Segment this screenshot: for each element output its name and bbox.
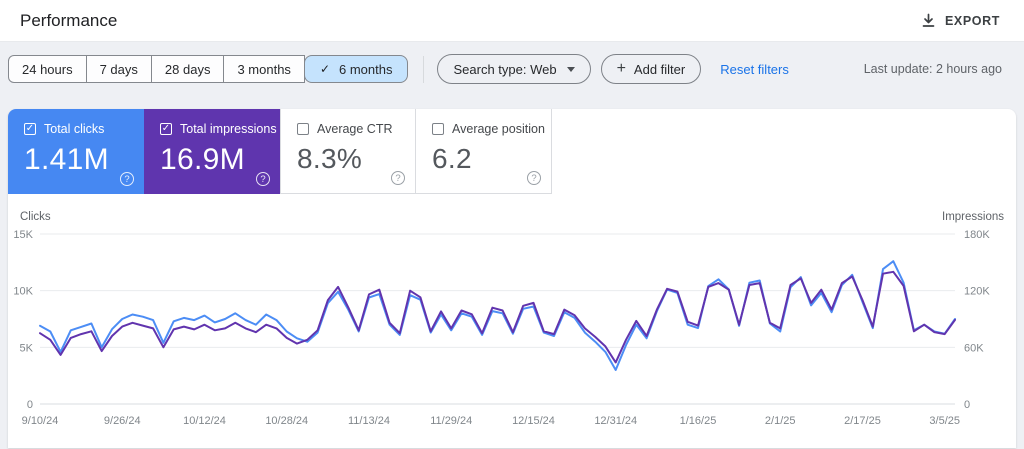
date-range-6-months-label: 6 months bbox=[339, 61, 393, 77]
svg-text:11/29/24: 11/29/24 bbox=[430, 415, 472, 427]
average-position-card[interactable]: Average position 6.2 ? bbox=[416, 109, 552, 194]
average-position-checkbox[interactable] bbox=[432, 123, 444, 135]
date-range-24-hours[interactable]: 24 hours bbox=[8, 55, 87, 83]
download-icon bbox=[922, 13, 935, 27]
average-ctr-checkbox[interactable] bbox=[297, 123, 309, 135]
svg-text:12/15/24: 12/15/24 bbox=[512, 415, 555, 427]
performance-chart[interactable]: Clicks Impressions 0 0 5K 60K 10K 120K 15K 180K 9/… bbox=[8, 204, 1016, 448]
total-clicks-checkbox[interactable]: ✓ bbox=[24, 123, 36, 135]
add-filter-button[interactable]: + Add filter bbox=[600, 54, 702, 84]
filter-divider bbox=[423, 55, 425, 83]
total-clicks-card[interactable]: ✓ Total clicks 1.41M ? bbox=[8, 109, 144, 194]
svg-text:9/26/24: 9/26/24 bbox=[104, 415, 141, 427]
svg-text:Impressions: Impressions bbox=[942, 211, 1004, 223]
top-bar: Performance EXPORT bbox=[0, 0, 1024, 42]
metric-cards-row: ✓ Total clicks 1.41M ? ✓ Total impressio… bbox=[8, 109, 1016, 194]
date-range-7-days[interactable]: 7 days bbox=[86, 55, 152, 83]
svg-text:12/31/24: 12/31/24 bbox=[594, 415, 637, 427]
export-button[interactable]: EXPORT bbox=[919, 9, 1002, 32]
total-impressions-value: 16.9M bbox=[160, 143, 245, 176]
svg-text:9/10/24: 9/10/24 bbox=[22, 415, 59, 427]
date-range-3-months[interactable]: 3 months bbox=[224, 55, 305, 83]
svg-text:60K: 60K bbox=[964, 342, 984, 354]
caret-down-icon bbox=[566, 66, 575, 72]
total-impressions-checkbox[interactable]: ✓ bbox=[160, 123, 172, 135]
svg-text:3/5/25: 3/5/25 bbox=[929, 415, 960, 427]
average-ctr-card[interactable]: Average CTR 8.3% ? bbox=[280, 109, 416, 194]
export-label: EXPORT bbox=[945, 13, 1000, 28]
average-position-value: 6.2 bbox=[432, 143, 472, 174]
svg-text:11/13/24: 11/13/24 bbox=[348, 415, 390, 427]
plus-icon: + bbox=[616, 60, 626, 77]
svg-text:0: 0 bbox=[964, 399, 970, 411]
svg-text:2/17/25: 2/17/25 bbox=[844, 415, 881, 427]
total-impressions-card[interactable]: ✓ Total impressions 16.9M ? bbox=[144, 109, 280, 194]
svg-text:10/28/24: 10/28/24 bbox=[265, 415, 308, 427]
help-icon[interactable]: ? bbox=[391, 171, 405, 185]
total-clicks-label: Total clicks bbox=[44, 122, 105, 136]
svg-text:0: 0 bbox=[27, 399, 33, 411]
svg-text:10K: 10K bbox=[13, 286, 33, 298]
date-range-28-days[interactable]: 28 days bbox=[151, 55, 225, 83]
search-type-label: Search type: Web bbox=[453, 61, 557, 77]
svg-text:180K: 180K bbox=[964, 229, 990, 241]
clicks-impressions-line-chart[interactable]: Clicks Impressions 0 0 5K 60K 10K 120K 15K 180K 9/… bbox=[8, 204, 1016, 448]
page-title: Performance bbox=[20, 10, 118, 30]
svg-text:1/16/25: 1/16/25 bbox=[680, 415, 717, 427]
reset-filters-link[interactable]: Reset filters bbox=[720, 62, 789, 77]
date-range-group: 24 hours 7 days 28 days 3 months ✓ 6 mon… bbox=[8, 55, 409, 83]
svg-text:5K: 5K bbox=[20, 342, 34, 354]
svg-text:15K: 15K bbox=[13, 229, 33, 241]
search-type-dropdown[interactable]: Search type: Web bbox=[437, 54, 591, 84]
check-icon: ✓ bbox=[319, 62, 330, 76]
average-ctr-value: 8.3% bbox=[297, 143, 363, 174]
help-icon[interactable]: ? bbox=[256, 172, 270, 186]
add-filter-label: Add filter bbox=[633, 61, 686, 77]
svg-text:2/1/25: 2/1/25 bbox=[765, 415, 796, 427]
last-update-text: Last update: 2 hours ago bbox=[863, 62, 1002, 76]
help-icon[interactable]: ? bbox=[527, 171, 541, 185]
total-impressions-label: Total impressions bbox=[180, 122, 277, 136]
svg-text:Clicks: Clicks bbox=[20, 211, 51, 223]
average-ctr-label: Average CTR bbox=[317, 122, 393, 136]
svg-text:10/12/24: 10/12/24 bbox=[183, 415, 226, 427]
help-icon[interactable]: ? bbox=[120, 172, 134, 186]
total-clicks-value: 1.41M bbox=[24, 143, 109, 176]
filter-bar: 24 hours 7 days 28 days 3 months ✓ 6 mon… bbox=[0, 42, 1024, 96]
svg-text:120K: 120K bbox=[964, 286, 990, 298]
performance-panel: ✓ Total clicks 1.41M ? ✓ Total impressio… bbox=[8, 109, 1016, 448]
date-range-6-months[interactable]: ✓ 6 months bbox=[303, 55, 409, 83]
average-position-label: Average position bbox=[452, 122, 545, 136]
